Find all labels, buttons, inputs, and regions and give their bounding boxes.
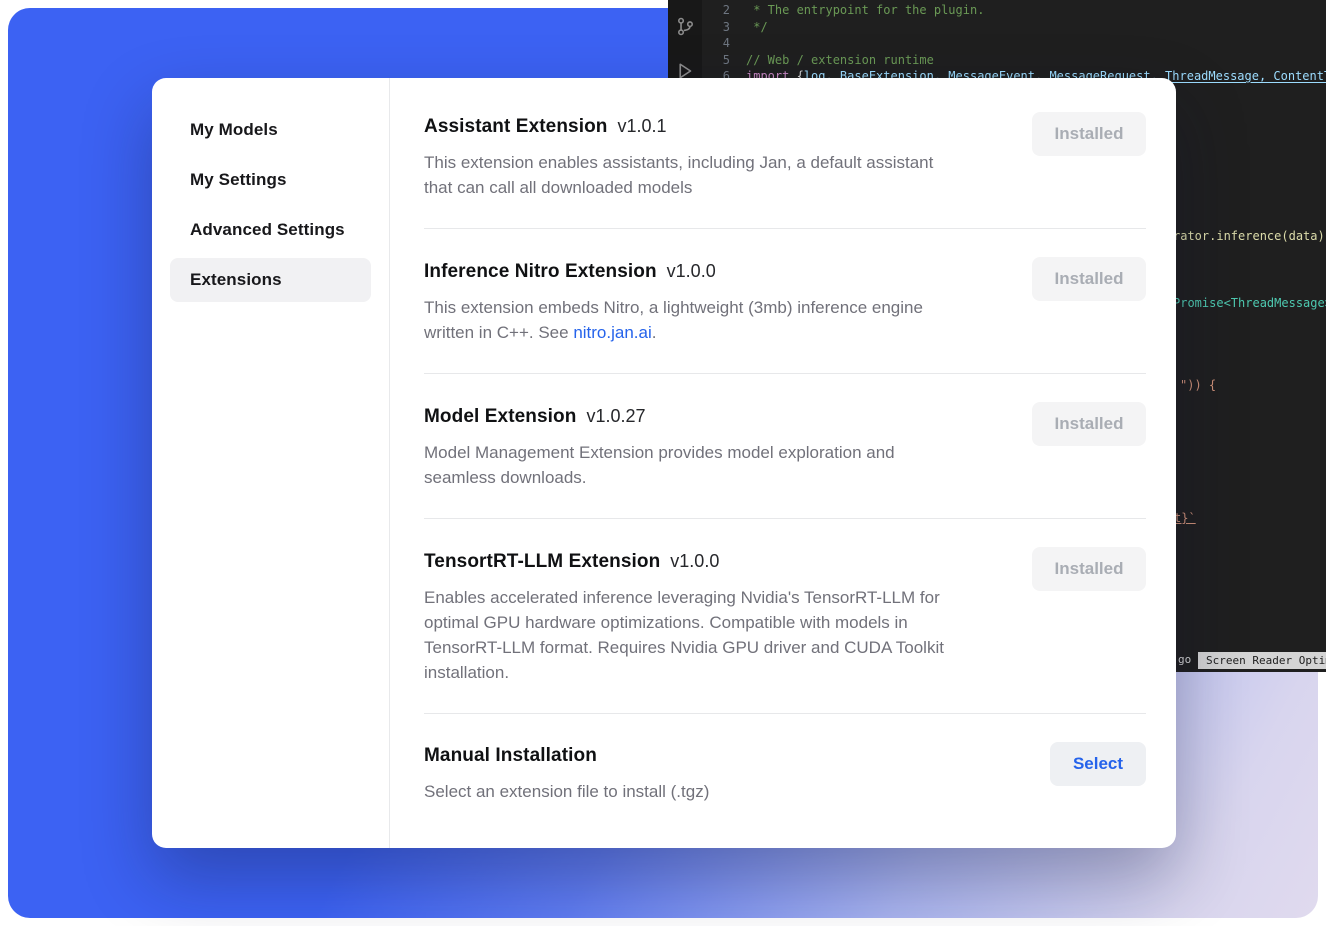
extension-row-nitro: Inference Nitro Extension v1.0.0 This ex…	[424, 257, 1146, 345]
code-comment: */	[746, 20, 768, 34]
extension-title-line: Manual Installation	[424, 742, 709, 770]
extension-title-line: TensortRT-LLM Extension v1.0.0	[424, 547, 944, 576]
installed-button[interactable]: Installed	[1032, 257, 1146, 301]
extension-info: Model Extension v1.0.27 Model Management…	[424, 402, 895, 490]
extension-name: TensortRT-LLM Extension	[424, 548, 660, 576]
extension-row-tensorrt: TensortRT-LLM Extension v1.0.0 Enables a…	[424, 547, 1146, 685]
extension-row-model: Model Extension v1.0.27 Model Management…	[424, 402, 1146, 490]
extension-info: Assistant Extension v1.0.1 This extensio…	[424, 112, 933, 200]
extension-title-line: Model Extension v1.0.27	[424, 402, 895, 431]
row-divider	[424, 713, 1146, 714]
select-file-button[interactable]: Select	[1050, 742, 1146, 786]
code-fragment-inference: rator.inference(data));	[1173, 229, 1326, 243]
extension-name: Manual Installation	[424, 742, 597, 770]
extension-title-line: Assistant Extension v1.0.1	[424, 112, 933, 141]
row-divider	[424, 228, 1146, 229]
line-number: 2	[704, 2, 730, 19]
code-fragment-promise: Promise<ThreadMessage>	[1173, 296, 1326, 310]
sidebar-item-extensions[interactable]: Extensions	[170, 258, 371, 302]
installed-button[interactable]: Installed	[1032, 402, 1146, 446]
code-lines: 2 * The entrypoint for the plugin. 3 */ …	[704, 2, 1326, 85]
description-text: .	[652, 323, 657, 342]
settings-sidebar: My Models My Settings Advanced Settings …	[152, 78, 390, 848]
extension-version: v1.0.0	[667, 257, 716, 285]
screen-reader-badge[interactable]: Screen Reader Optimize	[1198, 652, 1326, 669]
code-line: 5 // Web / extension runtime	[704, 52, 1326, 69]
extension-version: v1.0.0	[670, 547, 719, 575]
statusbar-text: go	[1178, 653, 1191, 666]
sidebar-item-label: My Settings	[190, 170, 287, 190]
extension-row-manual-install: Manual Installation Select an extension …	[424, 742, 1146, 804]
installed-button[interactable]: Installed	[1032, 112, 1146, 156]
extension-name: Assistant Extension	[424, 113, 608, 141]
source-control-icon[interactable]	[675, 16, 696, 37]
sidebar-item-label: My Models	[190, 120, 278, 140]
code-line: 2 * The entrypoint for the plugin.	[704, 2, 1326, 19]
sidebar-item-my-models[interactable]: My Models	[170, 108, 371, 152]
extension-version: v1.0.27	[586, 402, 645, 430]
row-divider	[424, 373, 1146, 374]
extension-info: TensortRT-LLM Extension v1.0.0 Enables a…	[424, 547, 944, 685]
extension-name: Inference Nitro Extension	[424, 258, 657, 286]
code-fragment-template: t}`	[1174, 511, 1196, 525]
row-divider	[424, 518, 1146, 519]
sidebar-item-my-settings[interactable]: My Settings	[170, 158, 371, 202]
installed-button[interactable]: Installed	[1032, 547, 1146, 591]
extension-description: This extension embeds Nitro, a lightweig…	[424, 295, 923, 345]
sidebar-item-label: Extensions	[190, 270, 282, 290]
line-number: 3	[704, 19, 730, 36]
sidebar-item-label: Advanced Settings	[190, 220, 345, 240]
extension-info: Manual Installation Select an extension …	[424, 742, 709, 804]
code-comment: * The entrypoint for the plugin.	[746, 3, 984, 17]
extension-row-assistant: Assistant Extension v1.0.1 This extensio…	[424, 112, 1146, 200]
extensions-panel: Assistant Extension v1.0.1 This extensio…	[390, 78, 1176, 848]
code-line: 3 */	[704, 19, 1326, 36]
extension-description: Model Management Extension provides mode…	[424, 440, 895, 490]
code-comment: // Web / extension runtime	[746, 53, 934, 67]
settings-modal: My Models My Settings Advanced Settings …	[152, 78, 1176, 848]
extension-description: Select an extension file to install (.tg…	[424, 779, 709, 804]
line-number: 5	[704, 52, 730, 69]
code-fragment-brace: ")) {	[1180, 378, 1216, 392]
extension-title-line: Inference Nitro Extension v1.0.0	[424, 257, 923, 286]
extension-description: Enables accelerated inference leveraging…	[424, 585, 944, 685]
extension-description: This extension enables assistants, inclu…	[424, 150, 933, 200]
line-number: 4	[704, 35, 730, 52]
extension-version: v1.0.1	[618, 112, 667, 140]
description-text: This extension embeds Nitro, a lightweig…	[424, 298, 923, 342]
nitro-jan-ai-link[interactable]: nitro.jan.ai	[573, 323, 651, 342]
code-line: 4	[704, 35, 1326, 52]
extension-info: Inference Nitro Extension v1.0.0 This ex…	[424, 257, 923, 345]
sidebar-item-advanced-settings[interactable]: Advanced Settings	[170, 208, 371, 252]
extension-name: Model Extension	[424, 403, 576, 431]
